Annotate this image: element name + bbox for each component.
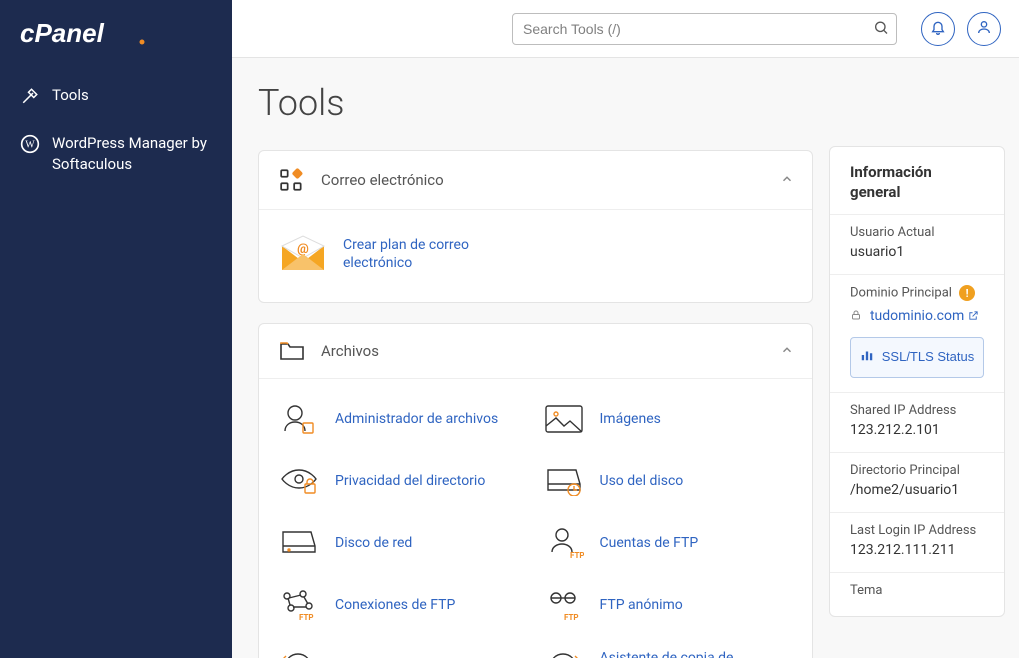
user-icon — [976, 19, 992, 38]
info-label: Usuario Actual — [850, 225, 984, 240]
anonymous-ftp-icon: FTP — [542, 587, 586, 623]
tools-icon — [20, 87, 40, 105]
page-title: Tools — [258, 82, 813, 124]
lock-icon — [850, 306, 866, 325]
info-label: Dominio Principal ! — [850, 285, 984, 301]
info-theme: Tema — [830, 572, 1004, 616]
domain-link: tudominio.com — [870, 308, 964, 324]
sidebar-item-wordpress-manager[interactable]: W WordPress Manager by Softaculous — [0, 119, 232, 189]
tool-disk-usage[interactable]: Uso del disco — [542, 455, 795, 507]
ftp-accounts-icon: FTP — [542, 525, 586, 561]
info-label: Directorio Principal — [850, 463, 984, 478]
sidebar-item-label: WordPress Manager by Softaculous — [52, 133, 212, 175]
domain-link-row[interactable]: tudominio.com — [850, 305, 984, 325]
info-value: /home2/usuario1 — [850, 482, 984, 498]
section-email: Correo electrónico @ — [258, 150, 813, 303]
backup-wizard-icon — [542, 649, 586, 658]
info-panel: Información general Usuario Actual usuar… — [829, 146, 1019, 658]
info-title: Información general — [830, 147, 1004, 214]
info-value: 123.212.2.101 — [850, 422, 984, 438]
section-title: Correo electrónico — [321, 171, 780, 189]
search-icon — [873, 23, 889, 38]
search-input[interactable] — [512, 13, 897, 45]
disk-usage-icon — [542, 463, 586, 499]
tool-label: Uso del disco — [600, 472, 684, 490]
tool-backups[interactable]: Copias de seguridad — [277, 641, 530, 658]
section-files: Archivos — [258, 323, 813, 658]
svg-text:cPanel: cPanel — [20, 18, 105, 48]
search-wrap — [512, 13, 897, 45]
section-title: Archivos — [321, 342, 780, 360]
info-value: usuario1 — [850, 244, 984, 260]
ssl-status-button[interactable]: SSL/TLS Status — [850, 337, 984, 378]
ftp-connections-icon: FTP — [277, 587, 321, 623]
warning-icon: ! — [959, 285, 975, 301]
notifications-button[interactable] — [921, 12, 955, 46]
main-area: Tools Correo electrónico — [232, 0, 1019, 658]
tool-file-manager[interactable]: Administrador de archivos — [277, 393, 530, 445]
tool-label: Administrador de archivos — [335, 410, 498, 428]
tool-label: FTP anónimo — [600, 596, 683, 614]
info-value: 123.212.111.211 — [850, 542, 984, 558]
svg-text:FTP: FTP — [299, 613, 314, 622]
tool-label: Privacidad del directorio — [335, 472, 485, 490]
info-primary-domain: Dominio Principal ! tudominio.com — [830, 274, 1004, 392]
eye-lock-icon — [277, 463, 321, 499]
ssl-button-label: SSL/TLS Status — [882, 349, 975, 366]
file-manager-icon — [277, 401, 321, 437]
email-envelope-icon: @ — [277, 232, 329, 276]
tool-ftp-accounts[interactable]: FTP Cuentas de FTP — [542, 517, 795, 569]
chart-icon — [860, 348, 874, 367]
chevron-up-icon — [780, 171, 794, 190]
external-link-icon — [968, 305, 979, 324]
account-button[interactable] — [967, 12, 1001, 46]
sidebar-item-tools[interactable]: Tools — [0, 72, 232, 119]
chevron-up-icon — [780, 342, 794, 361]
tool-label: Crear plan de correo electrónico — [343, 236, 503, 272]
tool-images[interactable]: Imágenes — [542, 393, 795, 445]
info-current-user: Usuario Actual usuario1 — [830, 214, 1004, 274]
info-shared-ip: Shared IP Address 123.212.2.101 — [830, 392, 1004, 452]
tool-backup-wizard[interactable]: Asistente de copia de seguridad — [542, 641, 795, 658]
tool-label: Disco de red — [335, 534, 412, 552]
tool-ftp-connections[interactable]: FTP Conexiones de FTP — [277, 579, 530, 631]
svg-text:FTP: FTP — [564, 613, 579, 622]
web-disk-icon — [277, 525, 321, 561]
section-files-header[interactable]: Archivos — [259, 324, 812, 378]
info-label: Tema — [850, 583, 984, 598]
tool-anonymous-ftp[interactable]: FTP FTP anónimo — [542, 579, 795, 631]
tool-email-plan[interactable]: @ Crear plan de correo electrónico — [277, 224, 794, 284]
info-label: Shared IP Address — [850, 403, 984, 418]
info-last-login: Last Login IP Address 123.212.111.211 — [830, 512, 1004, 572]
sidebar: cPanel Tools W WordPress Manager by Soft… — [0, 0, 232, 658]
tool-label: Conexiones de FTP — [335, 596, 455, 614]
tool-directory-privacy[interactable]: Privacidad del directorio — [277, 455, 530, 507]
folder-section-icon — [277, 340, 307, 362]
wordpress-icon: W — [20, 134, 40, 154]
backup-icon — [277, 649, 321, 658]
cpanel-logo: cPanel — [0, 18, 232, 72]
info-home-dir: Directorio Principal /home2/usuario1 — [830, 452, 1004, 512]
svg-text:FTP: FTP — [570, 551, 584, 560]
svg-text:W: W — [25, 139, 35, 150]
tool-label: Imágenes — [600, 410, 661, 428]
email-section-icon — [277, 167, 307, 193]
tool-label: Asistente de copia de seguridad — [600, 649, 740, 658]
search-button[interactable] — [873, 19, 889, 38]
section-email-header[interactable]: Correo electrónico — [259, 151, 812, 209]
tool-web-disk[interactable]: Disco de red — [277, 517, 530, 569]
topbar — [232, 0, 1019, 58]
bell-icon — [930, 19, 946, 38]
info-label: Last Login IP Address — [850, 523, 984, 538]
sidebar-item-label: Tools — [52, 86, 89, 104]
images-icon — [542, 401, 586, 437]
tool-label: Cuentas de FTP — [600, 534, 699, 552]
